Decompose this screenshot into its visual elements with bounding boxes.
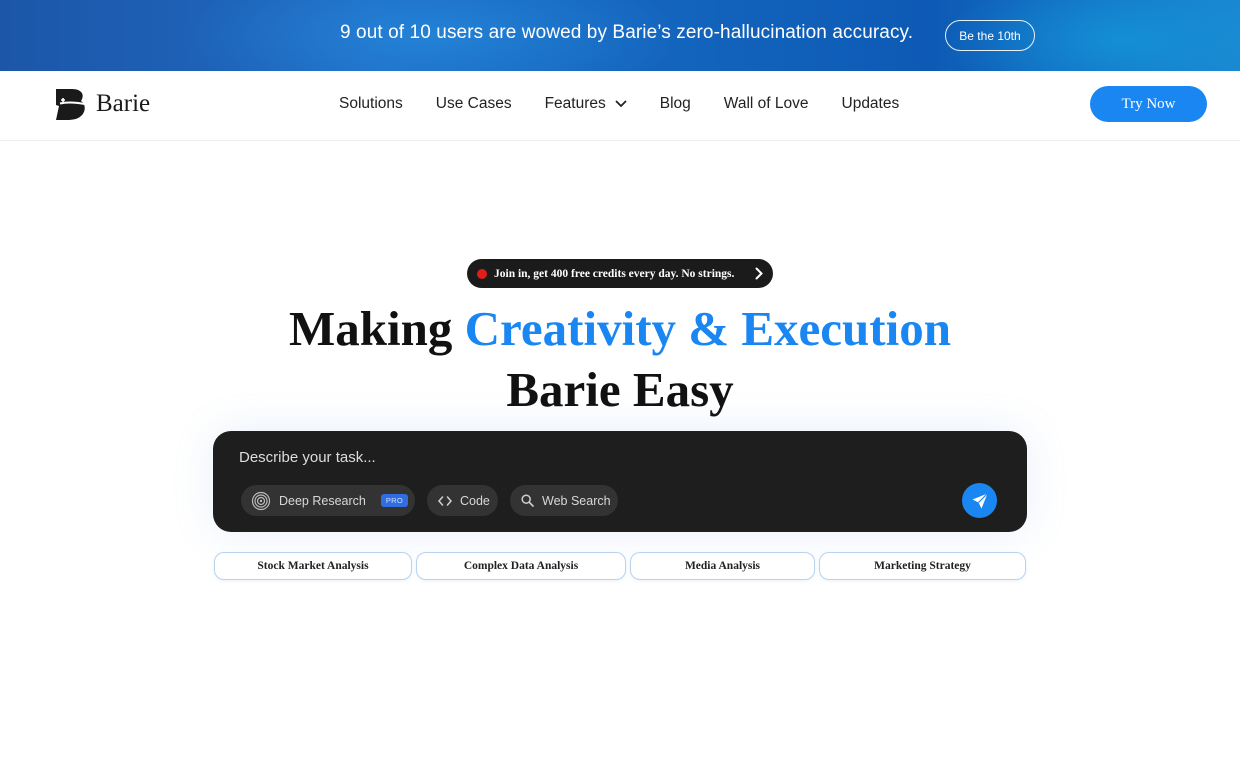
free-credits-pill[interactable]: Join in, get 400 free credits every day.… [467, 259, 773, 288]
barie-logo-icon [56, 89, 86, 120]
code-chip[interactable]: Code [427, 485, 498, 516]
web-search-label: Web Search [542, 493, 611, 508]
deep-research-label: Deep Research [279, 493, 366, 508]
nav-links: Solutions Use Cases Features Blog Wall o… [339, 95, 899, 113]
suggestion-media-analysis[interactable]: Media Analysis [630, 552, 815, 580]
suggestion-complex-data-analysis[interactable]: Complex Data Analysis [416, 552, 626, 580]
nav-link-wall-of-love[interactable]: Wall of Love [724, 95, 809, 113]
pill-text: Join in, get 400 free credits every day.… [494, 267, 735, 280]
pro-badge: PRO [380, 494, 409, 507]
concentric-circles-icon [251, 491, 271, 510]
code-brackets-icon [438, 495, 452, 506]
deep-research-chip[interactable]: Deep Research PRO [241, 485, 415, 516]
be-the-10th-button[interactable]: Be the 10th [945, 20, 1035, 51]
chevron-right-icon [755, 267, 763, 280]
nav-link-solutions[interactable]: Solutions [339, 95, 403, 113]
search-icon [521, 494, 534, 507]
nav-link-features[interactable]: Features [545, 95, 627, 113]
headline-part1: Making [289, 301, 465, 356]
code-label: Code [460, 493, 490, 508]
nav-link-updates[interactable]: Updates [842, 95, 900, 113]
nav-link-use-cases[interactable]: Use Cases [436, 95, 512, 113]
top-navigation: Barie Solutions Use Cases Features Blog … [0, 71, 1240, 141]
suggestion-stock-market-analysis[interactable]: Stock Market Analysis [214, 552, 412, 580]
nav-link-features-label: Features [544, 95, 606, 112]
headline-part2: Barie Easy [506, 362, 734, 417]
headline-accent: Creativity & Execution [464, 301, 951, 356]
announcement-banner: 9 out of 10 users are wowed by Barie’s z… [0, 0, 1240, 71]
banner-message: 9 out of 10 users are wowed by Barie’s z… [340, 22, 914, 43]
task-input[interactable] [239, 445, 839, 469]
try-now-button[interactable]: Try Now [1090, 86, 1207, 122]
paper-plane-icon [972, 492, 988, 508]
hero-headline: Making Creativity & Execution Barie Easy [0, 298, 1240, 420]
suggestion-marketing-strategy[interactable]: Marketing Strategy [819, 552, 1026, 580]
send-button[interactable] [962, 483, 997, 518]
live-dot-icon [477, 268, 487, 279]
logo-text: Barie [96, 90, 151, 117]
chevron-down-icon [615, 100, 627, 108]
web-search-chip[interactable]: Web Search [510, 485, 618, 516]
logo[interactable]: Barie [54, 86, 150, 122]
nav-link-blog[interactable]: Blog [660, 95, 691, 113]
task-box: Deep Research PRO Code Web Search [213, 431, 1027, 532]
